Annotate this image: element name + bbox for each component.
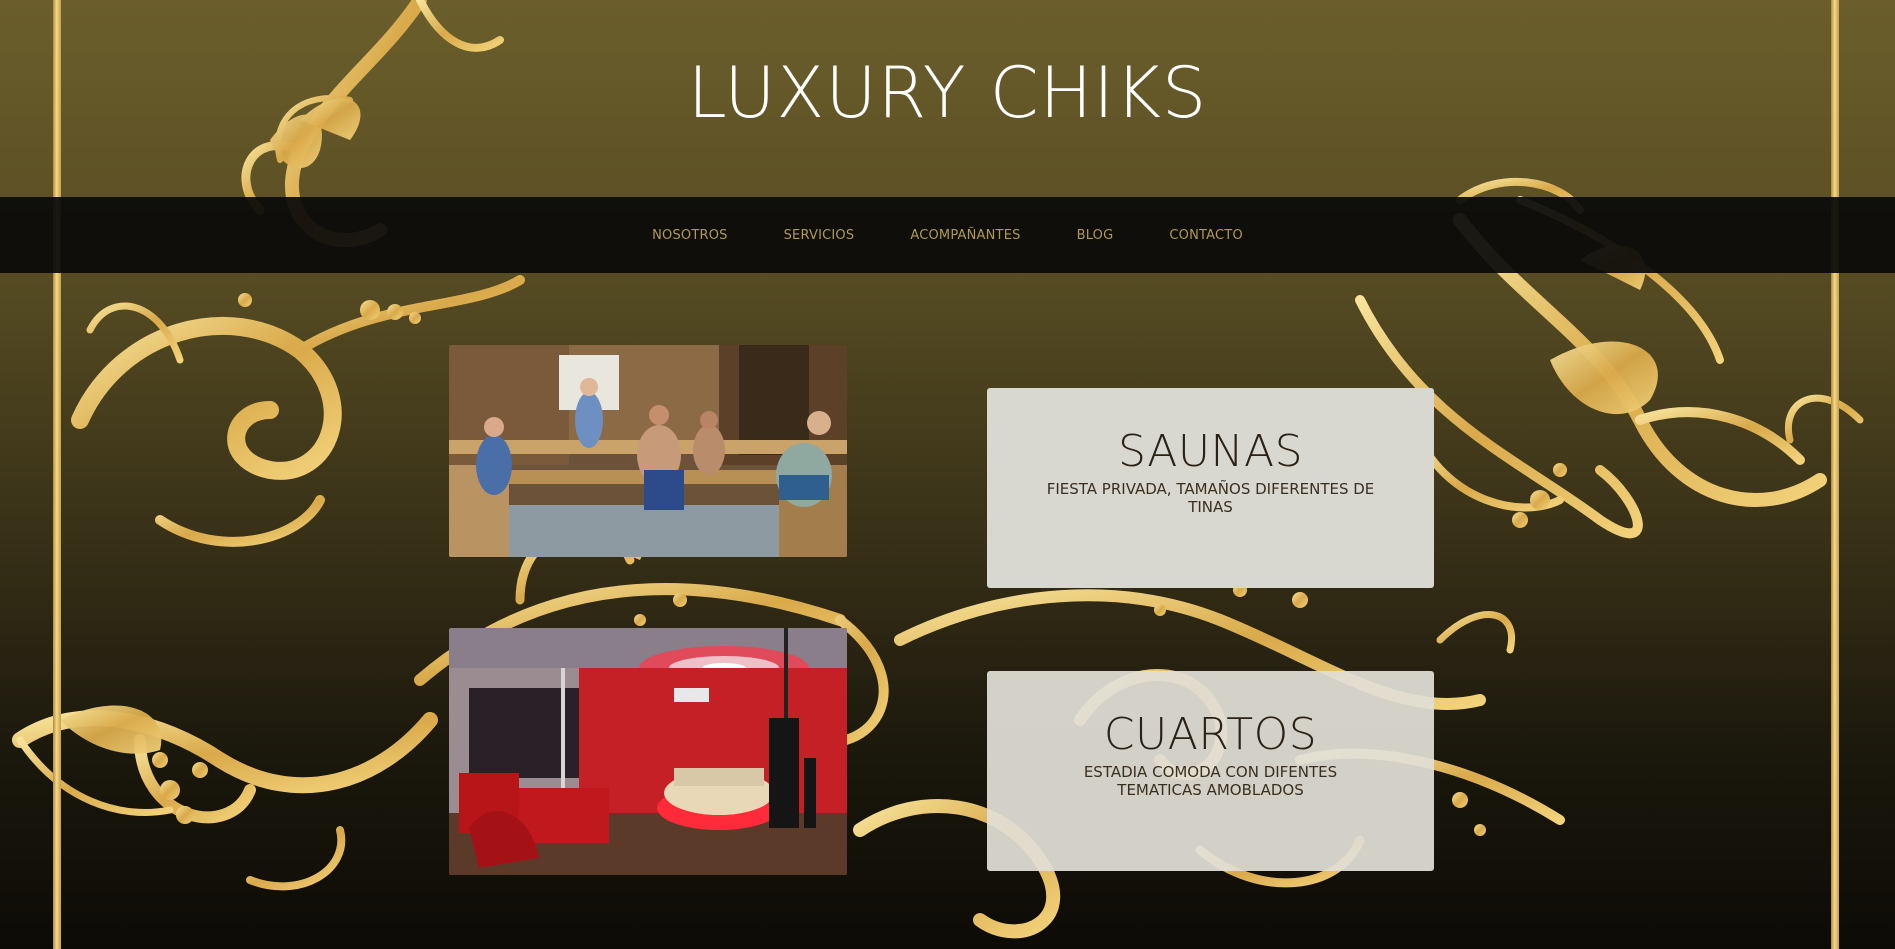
nav-item-nosotros[interactable]: NOSOTROS bbox=[652, 228, 728, 243]
main-navigation: NOSOTROS SERVICIOS ACOMPAÑANTES BLOG CON… bbox=[0, 197, 1895, 273]
nav-item-acompanantes[interactable]: ACOMPAÑANTES bbox=[910, 228, 1020, 243]
nav-item-servicios[interactable]: SERVICIOS bbox=[784, 228, 855, 243]
gold-frame-right-border bbox=[1831, 0, 1839, 949]
service-description-saunas: FIESTA PRIVADA, TAMAÑOS DIFERENTES DE TI… bbox=[1046, 480, 1375, 516]
service-title-saunas: SAUNAS bbox=[1118, 426, 1303, 477]
sauna-photo[interactable] bbox=[449, 345, 847, 557]
service-description-cuartos: ESTADIA COMODA CON DIFENTES TEMATICAS AM… bbox=[1083, 763, 1338, 799]
site-title[interactable]: LUXURY CHIKS bbox=[0, 52, 1895, 134]
service-card-cuartos[interactable]: CUARTOS ESTADIA COMODA CON DIFENTES TEMA… bbox=[987, 671, 1434, 871]
nav-item-blog[interactable]: BLOG bbox=[1077, 228, 1114, 243]
gold-frame-left-border bbox=[53, 0, 61, 949]
nav-list: NOSOTROS SERVICIOS ACOMPAÑANTES BLOG CON… bbox=[0, 197, 1895, 273]
nav-item-contacto[interactable]: CONTACTO bbox=[1169, 228, 1242, 243]
gold-flourish-background bbox=[12, 0, 1864, 939]
service-title-cuartos: CUARTOS bbox=[1103, 709, 1318, 760]
service-card-saunas[interactable]: SAUNAS FIESTA PRIVADA, TAMAÑOS DIFERENTE… bbox=[987, 388, 1434, 588]
room-photo[interactable] bbox=[449, 628, 847, 875]
